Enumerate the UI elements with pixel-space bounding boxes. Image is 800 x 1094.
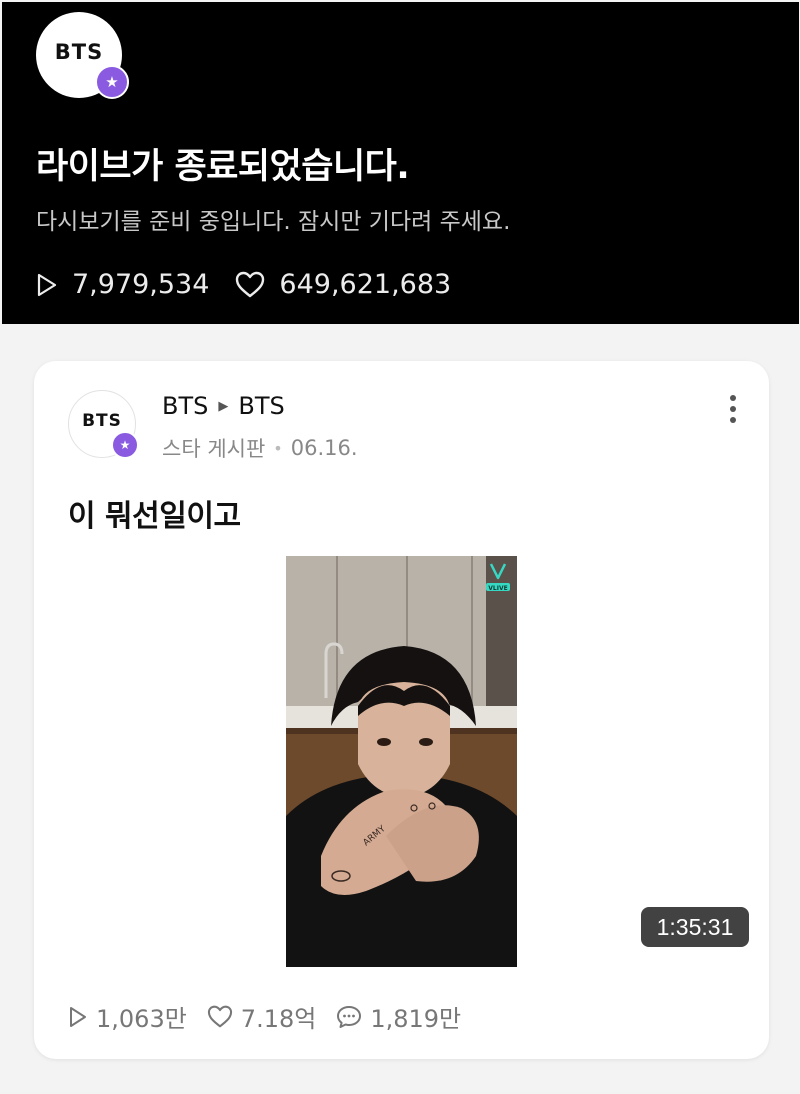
post-likes-value: 7.18억 [240,1005,317,1033]
post-views-value: 1,063만 [96,1005,187,1033]
post-comment-button[interactable]: 1,819만 [336,999,461,1034]
live-stats: 7,979,534 649,621,683 [36,269,477,300]
post-comments-value: 1,819만 [370,1005,462,1033]
live-ended-title: 라이브가 종료되었습니다. [36,147,410,187]
post-meta: 스타 게시판 • 06.16. [162,433,358,463]
more-dot [730,395,736,401]
caret-right-icon: ▶ [218,398,229,414]
post-board-name[interactable]: 스타 게시판 [162,433,265,463]
post-author-line: BTS ▶ BTS [162,392,285,420]
live-like-count: 649,621,683 [235,269,451,300]
live-views-value: 7,979,534 [72,269,210,300]
live-ended-subtitle: 다시보기를 준비 중입니다. 잠시만 기다려 주세요. [36,209,511,235]
video-thumbnail[interactable]: ARMY VLIVE [286,556,517,967]
author-logo-text: BTS [82,411,122,431]
post-like-button[interactable]: 7.18억 [207,999,317,1034]
comment-bubble-icon [337,1005,362,1028]
star-icon: ★ [111,431,139,459]
play-outline-icon [70,1006,86,1027]
more-dot [730,406,736,412]
star-icon: ★ [95,65,129,99]
video-duration-badge: 1:35:31 [641,907,749,947]
post-view-count: 1,063만 [68,999,187,1034]
heart-outline-icon [207,1005,232,1028]
live-ended-panel: BTS ★ 라이브가 종료되었습니다. 다시보기를 준비 중입니다. 잠시만 기… [2,2,799,324]
post-target-name[interactable]: BTS [238,392,284,420]
heart-outline-icon [236,271,265,298]
channel-avatar[interactable]: BTS ★ [36,12,129,99]
video-thumbnail-image: ARMY VLIVE [286,556,517,967]
play-outline-icon [37,273,57,296]
separator-dot: • [273,438,283,458]
more-options-button[interactable] [718,395,748,431]
post-card[interactable]: BTS ★ BTS ▶ BTS 스타 게시판 • 06.16. 이 뭐선일이고 [34,361,769,1059]
post-date: 06.16. [290,436,358,460]
post-author-name[interactable]: BTS [162,392,208,420]
vlive-watermark-label: VLIVE [488,585,507,592]
live-view-count: 7,979,534 [36,269,209,300]
author-avatar[interactable]: BTS ★ [68,390,139,459]
more-dot [730,417,736,423]
post-stats: 1,063만 7.18억 1,819만 [68,999,481,1034]
live-likes-value: 649,621,683 [279,269,452,300]
post-body-text: 이 뭐선일이고 [68,499,241,534]
channel-logo-text: BTS [54,40,104,64]
